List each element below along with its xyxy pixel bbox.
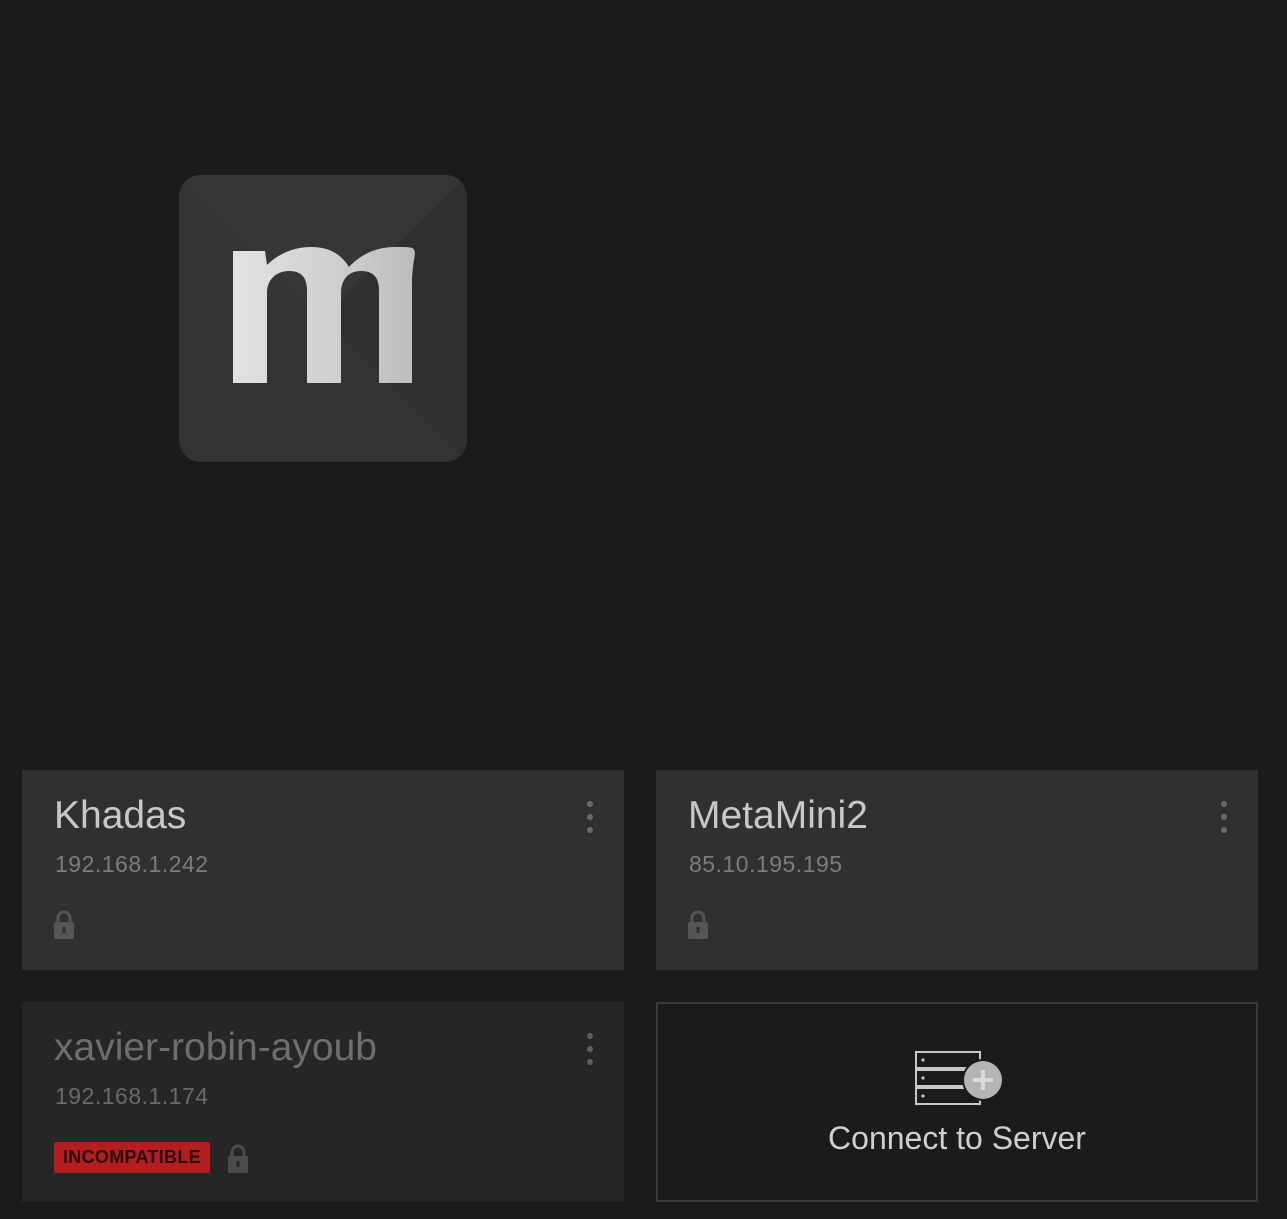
lock-icon (687, 910, 709, 940)
more-vert-icon (1221, 801, 1227, 833)
server-card-xavier-robin-ayoub[interactable]: xavier-robin-ayoub 192.168.1.174 INCOMPA… (22, 1002, 624, 1202)
lock-icon (53, 910, 75, 940)
more-vert-icon (587, 801, 593, 833)
server-card-khadas[interactable]: Khadas 192.168.1.242 (22, 770, 624, 970)
connect-to-server-button[interactable]: Connect to Server (656, 1002, 1258, 1202)
server-ip: 192.168.1.174 (55, 1083, 209, 1109)
server-name: MetaMini2 (688, 794, 868, 837)
server-ip: 85.10.195.195 (689, 851, 843, 877)
lock-icon (227, 1144, 249, 1174)
server-add-icon (914, 1050, 1004, 1108)
more-options-button[interactable] (572, 1026, 608, 1074)
server-ip: 192.168.1.242 (55, 851, 209, 877)
app-logo (179, 175, 467, 462)
more-vert-icon (587, 1033, 593, 1065)
server-name: Khadas (54, 794, 187, 837)
server-card-metamini2[interactable]: MetaMini2 85.10.195.195 (656, 770, 1258, 970)
connect-to-server-label: Connect to Server (828, 1120, 1086, 1156)
server-select-screen: Khadas 192.168.1.242 MetaMini2 85.10.195… (0, 0, 1287, 1219)
server-name: xavier-robin-ayoub (54, 1026, 377, 1069)
logo-m-icon (179, 175, 467, 462)
incompatible-badge: INCOMPATIBLE (54, 1142, 210, 1173)
more-options-button[interactable] (572, 794, 608, 842)
more-options-button[interactable] (1206, 794, 1242, 842)
